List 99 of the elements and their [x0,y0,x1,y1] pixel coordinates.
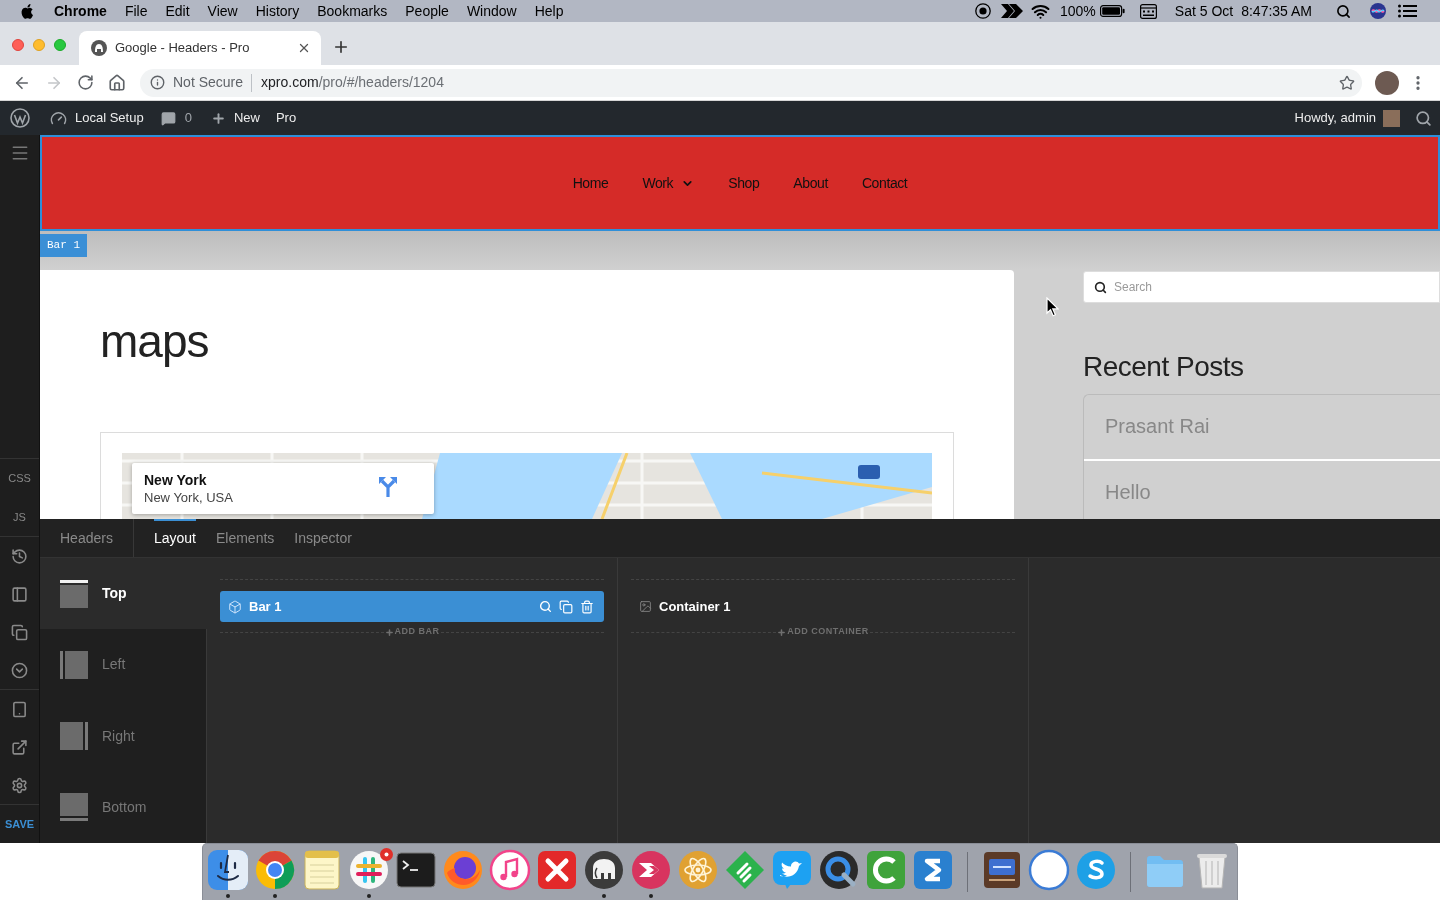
record-icon[interactable] [975,3,991,19]
menu-item[interactable]: Window [466,0,517,22]
nav-link[interactable]: About [793,172,828,194]
leaf-diamond-icon[interactable] [724,849,766,891]
trash-icon[interactable] [580,599,594,614]
battery-percent[interactable]: 100% [1060,0,1096,22]
site-link[interactable]: Local Setup [50,108,144,128]
css-button[interactable]: CSS [8,470,31,487]
nav-link[interactable]: Work [642,172,695,194]
tablet-icon[interactable] [11,700,28,718]
arc-tile-icon[interactable] [865,849,907,891]
battery-icon[interactable] [1099,5,1125,17]
nav-link[interactable]: Contact [861,172,908,194]
elephant-icon[interactable] [583,849,625,891]
comment-icon [160,110,176,126]
address-bar[interactable]: Not Secure xpro.com/pro/#/headers/1204 [140,68,1362,97]
wave-orb-icon[interactable] [1370,3,1386,19]
menu-item[interactable]: Help [534,0,564,22]
browser-tab[interactable]: Google - Headers - Pro [79,31,321,65]
info-icon[interactable] [150,75,165,90]
stacked-cards-icon[interactable] [11,623,28,641]
reload-icon[interactable] [77,74,94,91]
close-window-button[interactable] [12,38,24,51]
date-text[interactable]: Sat 5 Oct [1174,0,1234,22]
color-ring-icon[interactable] [254,849,296,891]
menu-item[interactable]: Edit [165,0,190,22]
settings-icon[interactable] [11,776,28,794]
place-address: New York, USA [144,489,233,506]
menu-item[interactable]: View [207,0,238,22]
new-link[interactable]: New [210,108,260,128]
position-option[interactable]: Right [40,700,207,772]
search-icon[interactable] [1336,3,1351,19]
history-icon[interactable] [11,547,28,565]
sidebar-panel-icon[interactable] [11,585,28,603]
dropdown-circle-icon[interactable] [11,661,28,679]
plus-icon [384,627,394,637]
menu-item[interactable]: File [124,0,148,22]
plus-icon [777,627,787,637]
avatar-icon[interactable] [1375,70,1399,95]
terminal-icon[interactable] [395,849,437,891]
nav-link[interactable]: Shop [728,172,760,194]
tab[interactable]: Inspector [294,519,352,557]
apple-icon[interactable] [20,2,34,20]
right-bar-layout-icon [60,722,88,751]
bird-tile-icon[interactable] [771,849,813,891]
search-icon[interactable] [1415,109,1432,127]
app-menu[interactable]: Chrome [54,0,107,22]
list-icon[interactable] [1398,4,1417,18]
account-link[interactable]: Howdy, admin [1294,108,1400,128]
home-icon[interactable] [108,73,126,92]
copy-icon[interactable] [559,599,573,614]
cross-tile-icon[interactable] [536,849,578,891]
headers-tab[interactable]: Headers [40,519,134,557]
screen-tile-icon[interactable] [981,849,1023,891]
circle-logo-icon[interactable] [10,108,30,128]
double-arrow-icon[interactable] [1001,4,1023,18]
js-button[interactable]: JS [13,508,26,526]
url-text: xpro.com/pro/#/headers/1204 [261,73,444,92]
nav-link[interactable]: Home [572,172,609,194]
ring-tail-icon[interactable] [818,849,860,891]
position-option[interactable]: Left [40,629,207,701]
flame-circle-icon[interactable] [442,849,484,891]
search-field[interactable]: Search [1083,271,1440,303]
round-logo-icon [91,40,107,56]
zigzag-tile-icon[interactable] [912,849,954,891]
arrows-circle-icon[interactable] [630,849,672,891]
bottom-bar-layout-icon [60,793,88,822]
star-icon[interactable] [1339,74,1355,91]
ring-icon[interactable] [1028,849,1070,891]
avatar-placeholder [1383,109,1400,127]
search-icon [1094,281,1107,294]
menu-item[interactable]: People [405,0,449,22]
cursor-icon [1046,297,1059,317]
place-name: New York [144,471,208,489]
container-item[interactable]: Container 1 [631,591,1015,622]
face-tile-icon[interactable] [207,849,249,891]
top-bar-layout-icon [60,579,88,608]
curve-circle-icon[interactable] [1075,849,1117,891]
time-text[interactable]: 8:47:35 AM [1241,0,1312,22]
hash-circle-icon[interactable] [348,849,390,891]
music-note-icon[interactable] [489,849,531,891]
security-label: Not Secure [173,73,244,92]
menu-item[interactable]: Bookmarks [317,0,388,22]
external-link-icon[interactable] [11,738,28,756]
position-option[interactable]: Top [40,558,207,630]
menu-item[interactable]: History [255,0,300,22]
save-button[interactable]: SAVE [4,815,35,833]
cube-icon [228,599,242,614]
image-icon [639,600,652,613]
directions-icon[interactable] [378,475,398,497]
close-icon[interactable] [297,41,311,55]
keyboard-icon[interactable] [1139,3,1157,19]
widget-title: Recent Posts [1083,350,1245,384]
comments-link[interactable]: 0 [160,108,192,128]
left-bar-layout-icon [60,650,88,679]
tab[interactable]: Elements [215,519,275,557]
pro-link[interactable]: Pro [275,108,297,128]
dashboard-icon [50,109,67,127]
plus-icon [210,110,226,126]
